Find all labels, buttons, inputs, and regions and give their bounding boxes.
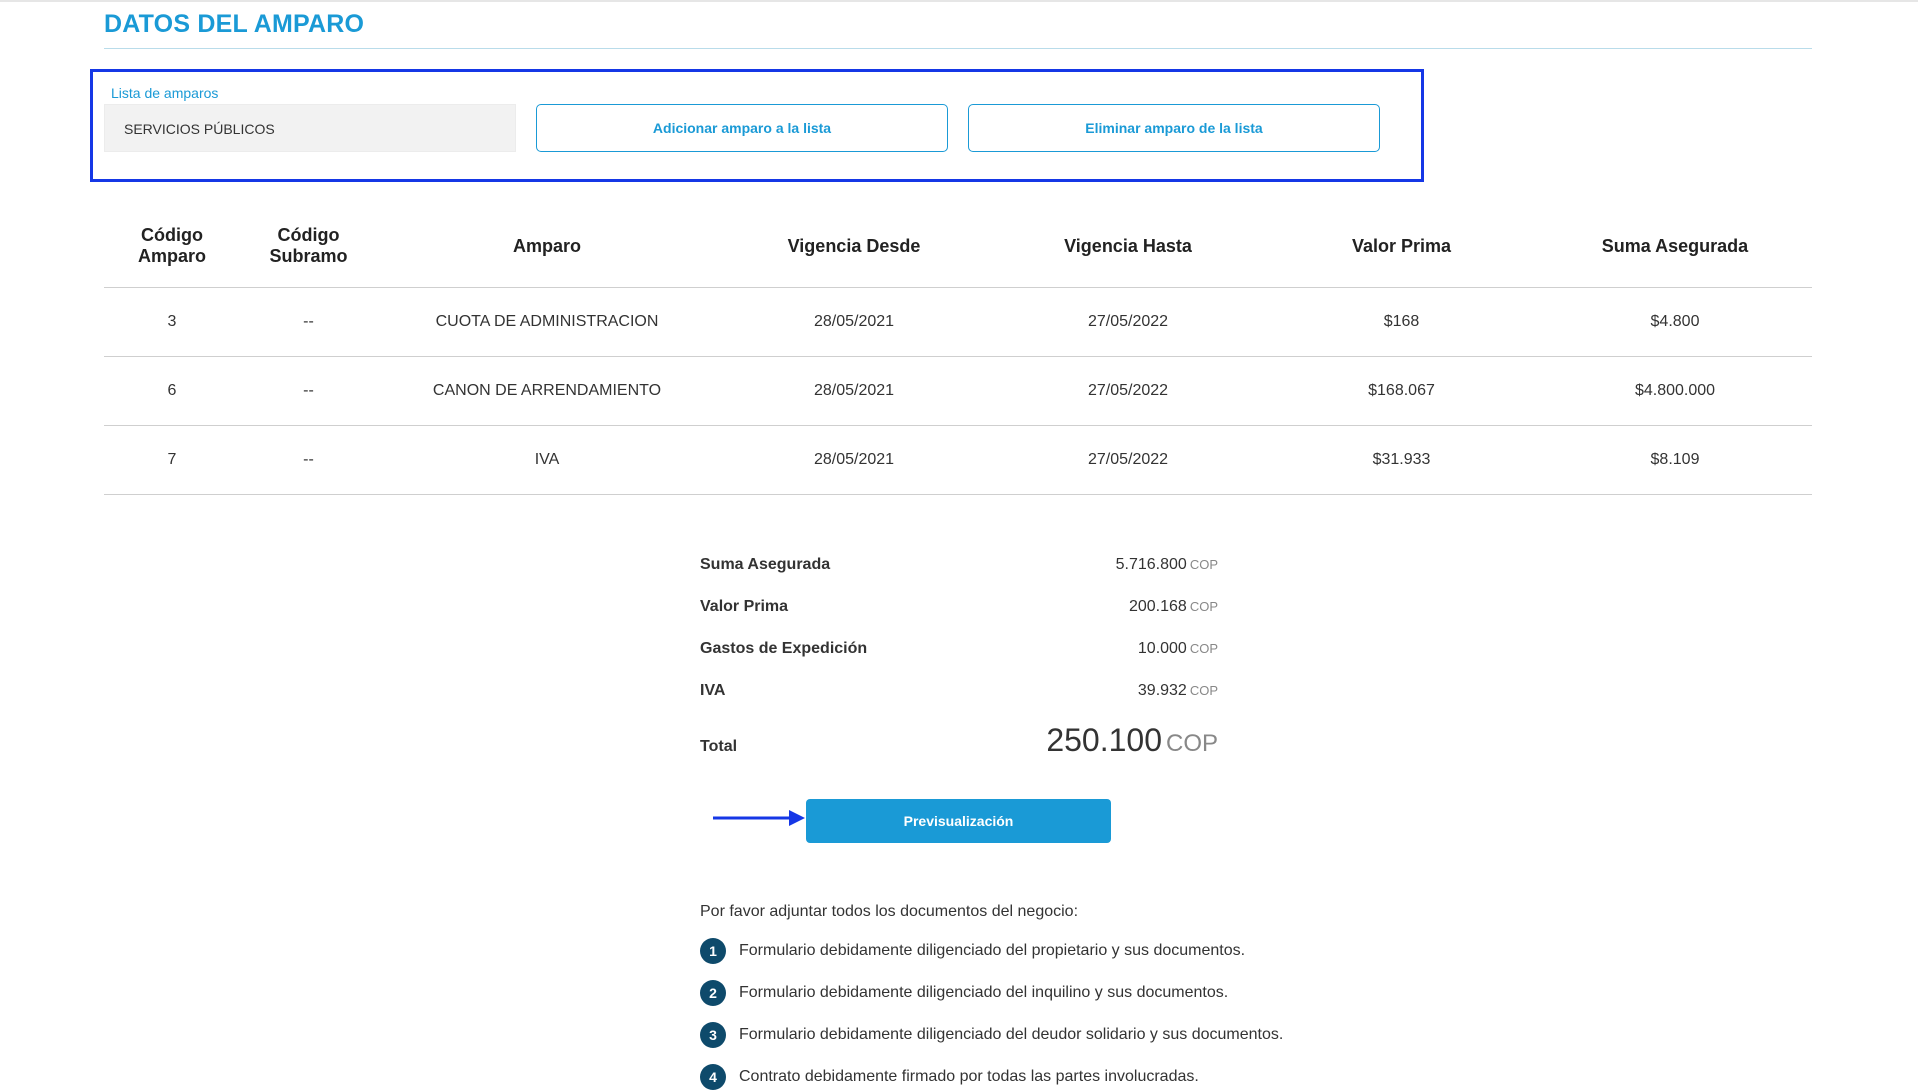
summary-value: 10.000 COP (1138, 640, 1218, 658)
summary-amount: 10.000 (1137, 640, 1187, 657)
total-currency-label: COP (1165, 730, 1218, 757)
summary-row-valor-prima: Valor Prima 200.168 COP (700, 590, 1218, 632)
total-value: 250.100 COP (1046, 722, 1218, 759)
summary-amount: 5.716.800 (1115, 556, 1187, 573)
cell-vigencia-hasta: 27/05/2022 (991, 356, 1265, 426)
summary-amount: 200.168 (1128, 598, 1187, 615)
cell-valor-prima: $168.067 (1265, 356, 1538, 426)
table-row: 7 -- IVA 28/05/2021 27/05/2022 $31.933 $… (104, 425, 1812, 495)
column-header-vigencia-desde: Vigencia Desde (717, 205, 991, 288)
column-header-valor-prima: Valor Prima (1265, 205, 1538, 288)
column-header-vigencia-hasta: Vigencia Hasta (991, 205, 1265, 288)
cell-codigo-subramo: -- (240, 287, 377, 357)
currency-label: COP (1189, 683, 1218, 698)
page: DATOS DEL AMPARO Lista de amparos SERVIC… (0, 0, 1918, 1092)
number-badge: 2 (700, 980, 726, 1006)
list-item: 3 Formulario debidamente diligenciado de… (700, 1021, 1283, 1049)
cell-codigo-amparo: 7 (104, 425, 240, 495)
cell-suma-asegurada: $8.109 (1538, 425, 1812, 495)
cell-codigo-amparo: 6 (104, 356, 240, 426)
summary-value: 5.716.800 COP (1116, 556, 1218, 574)
cell-codigo-subramo: -- (240, 425, 377, 495)
currency-label: COP (1189, 599, 1218, 614)
currency-label: COP (1189, 557, 1218, 572)
cell-codigo-amparo: 3 (104, 287, 240, 357)
number-badge: 3 (700, 1022, 726, 1048)
cell-codigo-subramo: -- (240, 356, 377, 426)
document-text: Formulario debidamente diligenciado del … (739, 984, 1229, 1001)
list-item: 1 Formulario debidamente diligenciado de… (700, 937, 1245, 965)
table-row: 3 -- CUOTA DE ADMINISTRACION 28/05/2021 … (104, 287, 1812, 357)
cell-vigencia-desde: 28/05/2021 (717, 425, 991, 495)
document-text: Contrato debidamente firmado por todas l… (739, 1068, 1199, 1085)
preview-button[interactable]: Previsualización (806, 799, 1111, 843)
number-badge: 1 (700, 938, 726, 964)
amparo-list-label: Lista de amparos (111, 85, 219, 101)
cell-vigencia-hasta: 27/05/2022 (991, 425, 1265, 495)
title-divider (104, 48, 1812, 49)
summary-row-suma-asegurada: Suma Asegurada 5.716.800 COP (700, 548, 1218, 590)
cell-suma-asegurada: $4.800.000 (1538, 356, 1812, 426)
cell-valor-prima: $31.933 (1265, 425, 1538, 495)
total-label: Total (700, 738, 738, 755)
remove-amparo-button[interactable]: Eliminar amparo de la lista (968, 104, 1380, 152)
documents-intro: Por favor adjuntar todos los documentos … (700, 903, 1079, 920)
table-row: 6 -- CANON DE ARRENDAMIENTO 28/05/2021 2… (104, 356, 1812, 426)
cell-amparo: CANON DE ARRENDAMIENTO (377, 356, 717, 426)
total-amount: 250.100 (1046, 722, 1162, 758)
cell-amparo: IVA (377, 425, 717, 495)
amparo-list-select[interactable]: SERVICIOS PÚBLICOS (104, 104, 516, 152)
summary-value: 200.168 COP (1129, 598, 1218, 616)
cell-vigencia-desde: 28/05/2021 (717, 356, 991, 426)
column-header-codigo-amparo: Código Amparo (104, 205, 240, 288)
summary-panel: Suma Asegurada 5.716.800 COP Valor Prima … (700, 548, 1218, 766)
summary-row-iva: IVA 39.932 COP (700, 674, 1218, 716)
summary-amount: 39.932 (1137, 682, 1187, 699)
cell-vigencia-hasta: 27/05/2022 (991, 287, 1265, 357)
currency-label: COP (1189, 641, 1218, 656)
summary-row-total: Total 250.100 COP (700, 716, 1218, 766)
add-amparo-button[interactable]: Adicionar amparo a la lista (536, 104, 948, 152)
table-header-row: Código Amparo Código Subramo Amparo Vige… (104, 205, 1812, 288)
top-divider (0, 0, 1918, 2)
column-header-suma-asegurada: Suma Asegurada (1538, 205, 1812, 288)
summary-row-gastos-expedicion: Gastos de Expedición 10.000 COP (700, 632, 1218, 674)
cell-amparo: CUOTA DE ADMINISTRACION (377, 287, 717, 357)
column-header-amparo: Amparo (377, 205, 717, 288)
document-text: Formulario debidamente diligenciado del … (739, 1026, 1284, 1043)
list-item: 2 Formulario debidamente diligenciado de… (700, 979, 1228, 1007)
summary-value: 39.932 COP (1138, 682, 1218, 700)
annotation-arrow-icon (713, 810, 805, 826)
summary-label: IVA (700, 682, 726, 699)
cell-valor-prima: $168 (1265, 287, 1538, 357)
document-text: Formulario debidamente diligenciado del … (739, 942, 1246, 959)
cell-suma-asegurada: $4.800 (1538, 287, 1812, 357)
summary-label: Valor Prima (700, 598, 789, 615)
summary-label: Gastos de Expedición (700, 640, 868, 657)
summary-label: Suma Asegurada (700, 556, 831, 573)
section-title: DATOS DEL AMPARO (104, 10, 365, 38)
column-header-codigo-subramo: Código Subramo (240, 205, 377, 288)
amparos-table: Código Amparo Código Subramo Amparo Vige… (104, 205, 1812, 495)
list-item: 4 Contrato debidamente firmado por todas… (700, 1063, 1199, 1091)
cell-vigencia-desde: 28/05/2021 (717, 287, 991, 357)
number-badge: 4 (700, 1064, 726, 1090)
